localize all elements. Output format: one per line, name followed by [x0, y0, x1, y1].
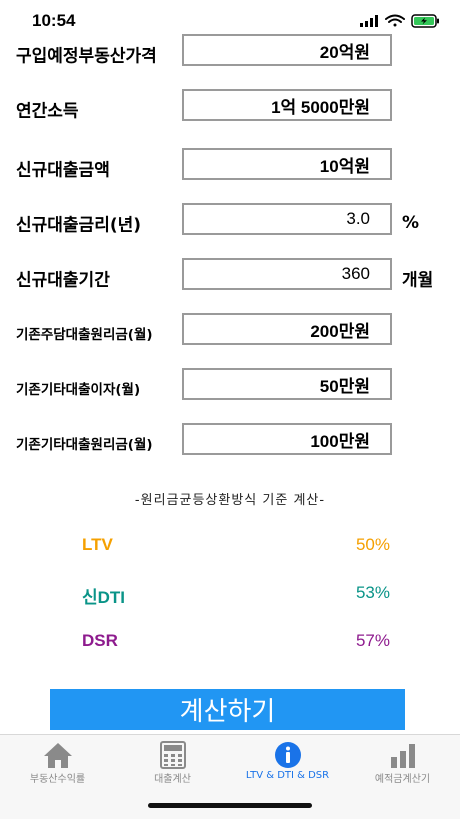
row-property-price: 구입예정부동산가격 20억원 [0, 34, 460, 74]
calculation-method-note: -원리금균등상환방식 기준 계산- [134, 493, 326, 508]
tab-savings-calc[interactable]: 예적금계산기 [345, 735, 460, 785]
new-loan-amount-input[interactable]: 10억원 [182, 148, 392, 180]
calculator-icon [159, 741, 186, 769]
new-loan-period-label: 신규대출기간 [16, 270, 110, 291]
row-existing-other-interest: 기존기타대출이자(월) 50만원 [0, 368, 460, 408]
status-time: 10:54 [32, 11, 76, 30]
existing-other-interest-input[interactable]: 50만원 [182, 368, 392, 400]
signal-icon [360, 15, 378, 27]
home-indicator [148, 803, 312, 808]
result-dti: 신DTI 53% [0, 583, 460, 607]
result-dsr: DSR 57% [0, 631, 460, 655]
wifi-icon [385, 14, 405, 27]
existing-mortgage-payment-input[interactable]: 200만원 [182, 313, 392, 345]
row-annual-income: 연간소득 1억 5000만원 [0, 89, 460, 129]
tab-loan-calc[interactable]: 대출계산 [115, 735, 230, 785]
info-icon [274, 742, 301, 768]
new-loan-period-input[interactable]: 360 [182, 258, 392, 290]
row-existing-other-payment: 기존기타대출원리금(월) 100만원 [0, 423, 460, 463]
tab-label: 대출계산 [154, 774, 191, 785]
tab-ltv-dti-dsr[interactable]: LTV & DTI & DSR [230, 735, 345, 785]
row-existing-mortgage-payment: 기존주담대출원리금(월) 200만원 [0, 313, 460, 353]
tab-real-estate-yield[interactable]: 부동산수익률 [0, 735, 115, 785]
new-loan-rate-label: 신규대출금리(년) [16, 215, 142, 236]
row-new-loan-rate: 신규대출금리(년) 3.0 % [0, 203, 460, 243]
existing-other-payment-label: 기존기타대출원리금(월) [16, 437, 153, 453]
existing-other-interest-label: 기존기타대출이자(월) [16, 382, 141, 398]
property-price-label: 구입예정부동산가격 [16, 46, 157, 67]
dti-label: 신DTI [82, 588, 126, 607]
battery-icon [411, 14, 439, 28]
dsr-label: DSR [82, 631, 118, 650]
dti-value: 53% [355, 583, 390, 602]
dsr-value: 57% [355, 631, 390, 650]
existing-mortgage-payment-label: 기존주담대출원리금(월) [16, 327, 153, 343]
tab-label: 예적금계산기 [374, 774, 431, 785]
home-icon [43, 743, 72, 768]
months-unit: 개월 [402, 270, 434, 291]
new-loan-rate-input[interactable]: 3.0 [182, 203, 392, 235]
property-price-input[interactable]: 20억원 [182, 34, 392, 66]
row-new-loan-period: 신규대출기간 360 개월 [0, 258, 460, 298]
ltv-value: 50% [355, 535, 390, 554]
calculate-button[interactable]: 계산하기 [50, 689, 405, 730]
percent-unit: % [402, 213, 420, 233]
ltv-label: LTV [82, 535, 113, 554]
existing-other-payment-input[interactable]: 100만원 [182, 423, 392, 455]
annual-income-input[interactable]: 1억 5000만원 [182, 89, 392, 121]
bar-chart-icon [390, 744, 415, 768]
new-loan-amount-label: 신규대출금액 [16, 160, 110, 181]
row-new-loan-amount: 신규대출금액 10억원 [0, 148, 460, 188]
result-ltv: LTV 50% [0, 535, 460, 559]
annual-income-label: 연간소득 [16, 101, 79, 122]
status-icons [360, 14, 439, 28]
tab-label: 부동산수익률 [29, 774, 86, 785]
tab-label: LTV & DTI & DSR [245, 770, 330, 781]
